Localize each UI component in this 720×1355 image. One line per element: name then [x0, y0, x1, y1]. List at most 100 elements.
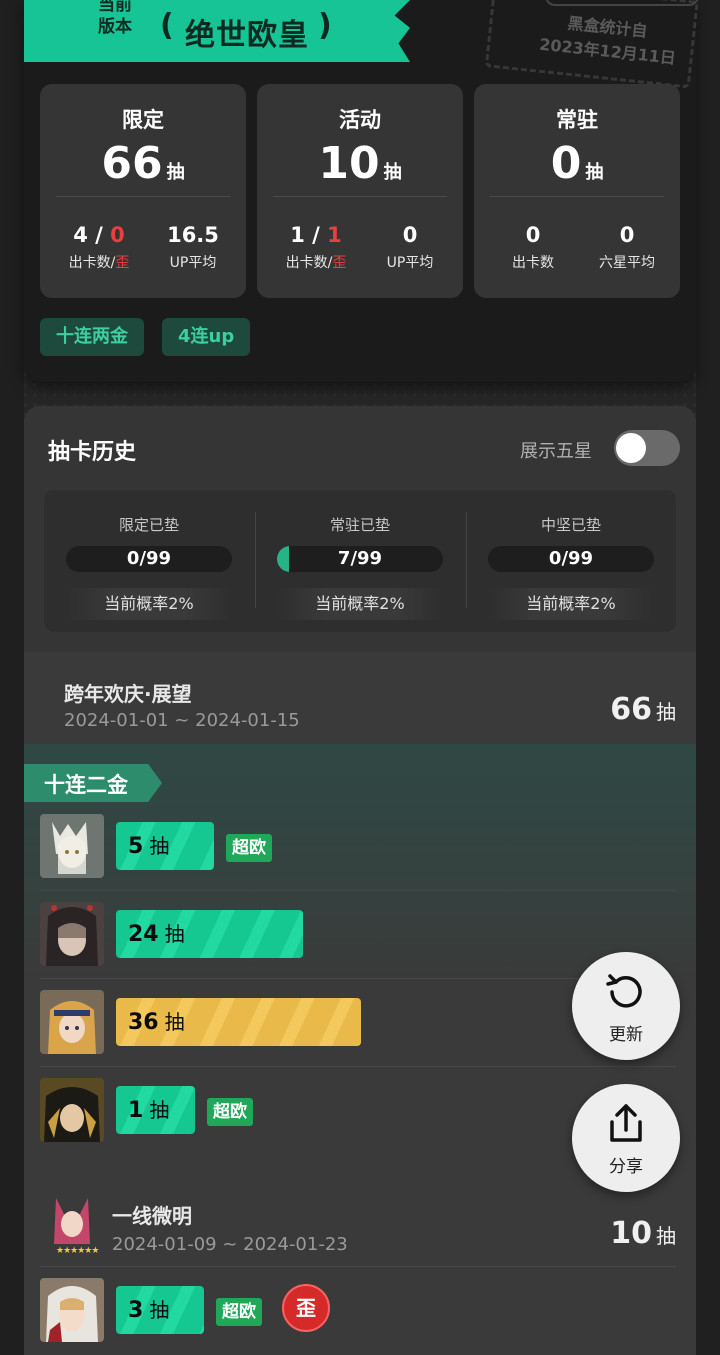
left-edge [0, 0, 24, 1355]
off-banner-label: 歪 [115, 255, 130, 271]
stat-total-value: 10 [318, 138, 380, 189]
show-five-star-toggle[interactable] [614, 430, 680, 466]
banner-subtitle-line1: 当前 [98, 0, 132, 15]
pity-label: 常驻已垫 [329, 516, 390, 534]
refresh-button[interactable]: 更新 [572, 952, 680, 1060]
cards-count: 0 [525, 223, 541, 247]
pool-count-unit: 抽 [656, 1224, 676, 1248]
pool-date: 2024-01-09 ~ 2024-01-23 [112, 1234, 348, 1255]
stat-total: 66 抽 [40, 136, 246, 201]
off-banner-count: 1 [327, 223, 342, 247]
lucky-badge: 超欧 [207, 1098, 253, 1126]
stat-unit: 抽 [383, 162, 402, 183]
toggle-label: 展示五星 [520, 441, 592, 462]
share-icon [610, 1104, 642, 1142]
stat-title: 限定 [122, 108, 164, 132]
share-button[interactable]: 分享 [572, 1084, 680, 1192]
stat-unit: 抽 [585, 162, 604, 183]
pull-row[interactable]: 3抽 超欧 歪 [24, 1278, 696, 1355]
toggle-knob [616, 433, 646, 463]
cards-label: 出卡数 [68, 255, 111, 271]
stat-up-avg: 16.5 UP平均 [148, 222, 238, 272]
row-divider [40, 1066, 676, 1067]
achievement-tag: 十连两金 [40, 318, 144, 356]
pity-bar: 0/99 [488, 546, 654, 572]
cards-count: 1 [290, 223, 305, 247]
stat-cards: 1 / 1 出卡数/歪 [271, 222, 361, 272]
stat-title: 常驻 [556, 108, 598, 132]
pity-bar: 0/99 [66, 546, 232, 572]
pity-bar: 7/99 [277, 546, 443, 572]
pool-header[interactable]: 跨年欢庆·展望 2024-01-01 ~ 2024-01-15 66 抽 [24, 652, 696, 744]
refresh-icon [606, 974, 642, 1008]
pull-count-bar: 3抽 [116, 1286, 204, 1334]
cards-label: 出卡数 [285, 255, 328, 271]
pull-count-bar: 24 抽 [116, 910, 303, 958]
pull-count-bar: 36 抽 [116, 998, 361, 1046]
operator-avatar [40, 814, 104, 878]
pull-count: 24 [128, 922, 159, 947]
pull-count: 3 [128, 1298, 144, 1323]
pool-header[interactable]: ★★★★★★ 一线微明 2024-01-09 ~ 2024-01-23 10 抽 [24, 1182, 696, 1274]
off-banner-stamp: 歪 [282, 1284, 330, 1332]
stat-up-avg: 0 UP平均 [365, 222, 455, 272]
laurel-left-icon: ( [160, 8, 174, 43]
ten-pull-ribbon: 十连二金 [24, 764, 162, 802]
achievement-tag: 4连up [162, 318, 251, 356]
pool-count-value: 10 [610, 1216, 652, 1251]
operator-avatar [40, 902, 104, 966]
right-edge [696, 0, 720, 1355]
up-avg-value: 0 [402, 223, 418, 247]
pull-row[interactable]: 5抽 超欧 [24, 814, 696, 902]
off-banner-label: 歪 [332, 255, 347, 271]
pull-unit: 抽 [149, 1098, 170, 1122]
pity-rate: 当前概率2% [488, 588, 654, 620]
pull-unit: 抽 [164, 1010, 185, 1034]
pity-standard: 常驻已垫 7/99 当前概率2% [255, 490, 465, 632]
pity-counter: 限定已垫 0/99 当前概率2% 常驻已垫 7/99 当前概率2% 中坚已垫 0… [44, 490, 676, 632]
pool-date: 2024-01-01 ~ 2024-01-15 [64, 710, 300, 731]
six-star-avg-label: 六星平均 [599, 255, 655, 271]
six-star-avg-value: 0 [619, 223, 635, 247]
divider [56, 196, 230, 197]
stat-cards: 4 / 0 出卡数/歪 [54, 222, 144, 272]
history-header: 抽卡历史 展示五星 限定已垫 0/99 当前概率2% 常驻已垫 7/99 当前概… [24, 406, 696, 652]
rarity-stars: ★★★★★★ [56, 1246, 99, 1256]
pull-count: 36 [128, 1010, 159, 1035]
pull-count-bar: 5抽 [116, 822, 214, 870]
operator-avatar: ★★★★★★ [40, 1192, 104, 1256]
pity-value: 7/99 [337, 548, 383, 569]
pity-value: 0/99 [548, 548, 594, 569]
pity-label: 中坚已垫 [540, 516, 601, 534]
lucky-badge: 超欧 [216, 1298, 262, 1326]
pool-name: 一线微明 [112, 1204, 192, 1228]
off-banner-count: 0 [110, 223, 125, 247]
cards-count: 4 [73, 223, 88, 247]
up-avg-label: UP平均 [169, 255, 217, 271]
divider [490, 196, 664, 197]
pull-unit: 抽 [149, 834, 170, 858]
cards-label: 出卡数 [512, 255, 554, 271]
history-title: 抽卡历史 [48, 440, 137, 465]
pull-unit: 抽 [164, 922, 185, 946]
value-sep: / [304, 223, 328, 247]
pity-rate: 当前概率2% [277, 588, 443, 620]
banner-subtitle-line2: 版本 [98, 17, 132, 37]
stat-six-star-avg: 0 六星平均 [582, 222, 672, 272]
refresh-label: 更新 [609, 1025, 643, 1045]
pool-count-unit: 抽 [656, 700, 676, 724]
operator-avatar [40, 990, 104, 1054]
ribbon-label: 十连二金 [44, 773, 128, 797]
banner-subtitle: 当前 版本 [90, 0, 140, 38]
stat-standard: 常驻 0 抽 0 出卡数 0 六星平均 [474, 84, 680, 298]
pull-count-bar: 1抽 [116, 1086, 195, 1134]
operator-avatar [40, 1078, 104, 1142]
up-avg-label: UP平均 [386, 255, 434, 271]
history-panel: 抽卡历史 展示五星 限定已垫 0/99 当前概率2% 常驻已垫 7/99 当前概… [24, 406, 696, 1355]
pity-label: 限定已垫 [118, 516, 179, 534]
share-label: 分享 [609, 1157, 643, 1177]
pity-limited: 限定已垫 0/99 当前概率2% [44, 490, 254, 632]
pool-count: 66 抽 [610, 692, 676, 727]
row-divider [40, 1266, 676, 1267]
pool-count-value: 66 [610, 692, 652, 727]
